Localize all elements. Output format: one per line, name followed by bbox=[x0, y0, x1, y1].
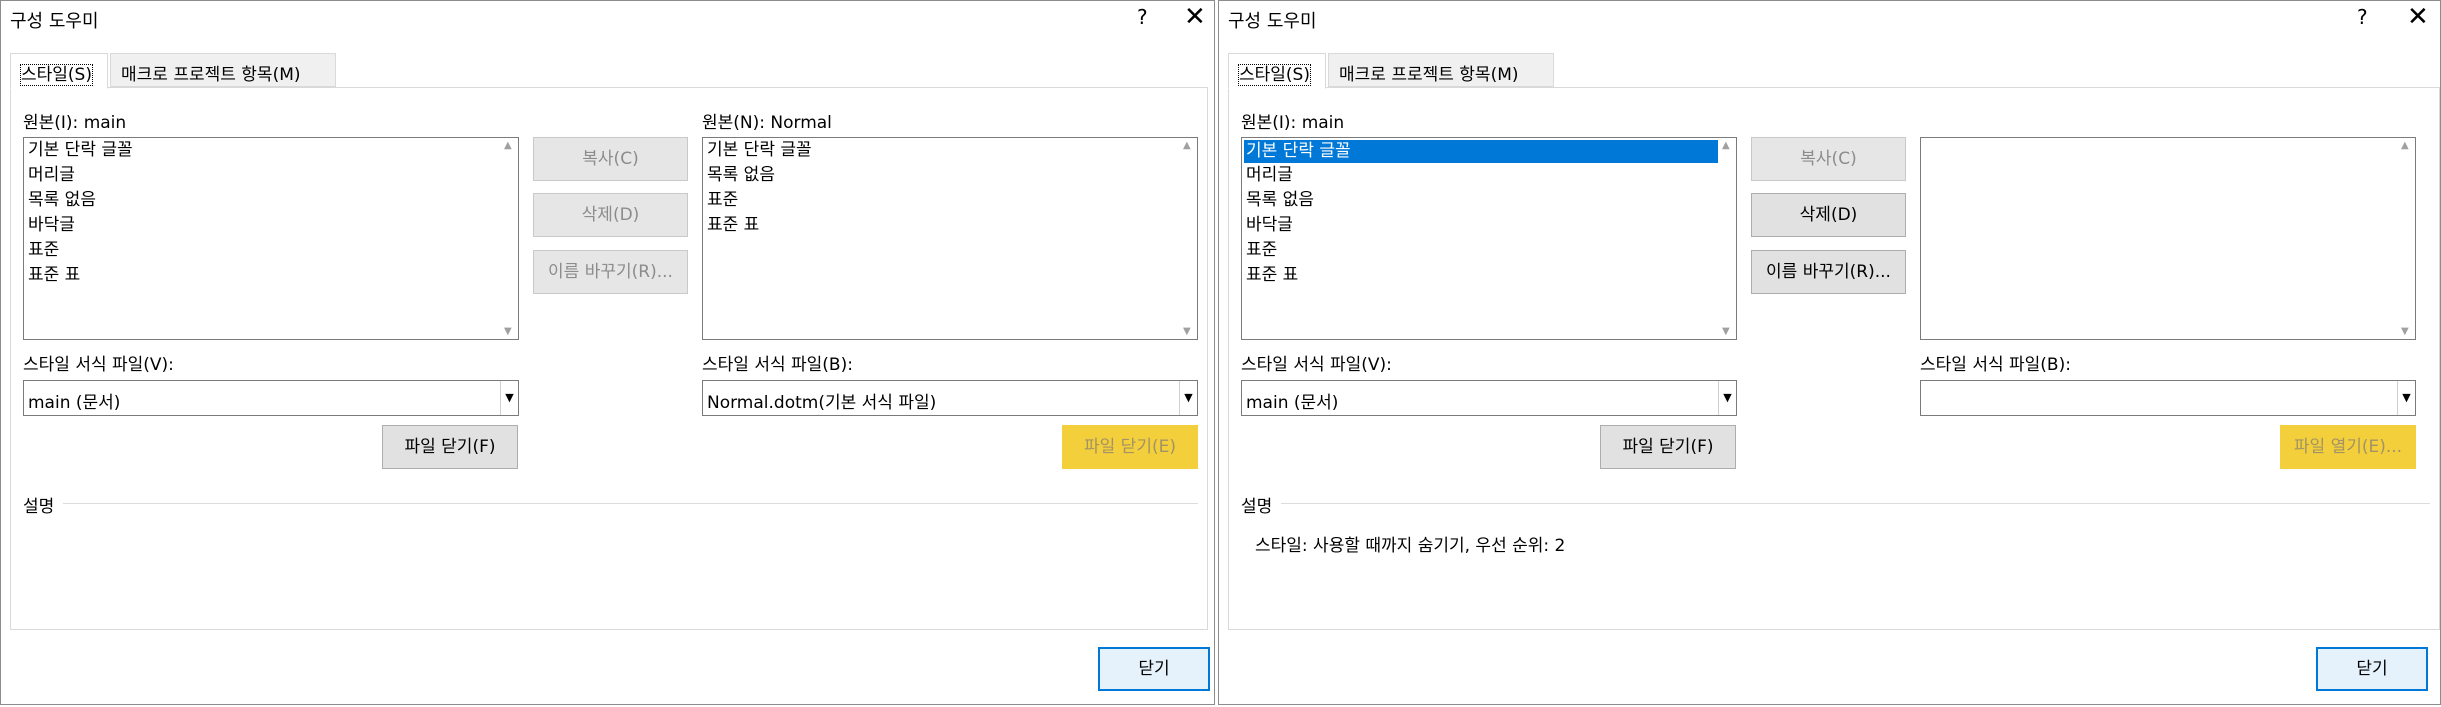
chevron-down-icon[interactable]: ▼ bbox=[1718, 381, 1736, 415]
help-icon[interactable]: ? bbox=[2357, 5, 2368, 29]
dialog-close-button[interactable]: 닫기 bbox=[2316, 647, 2428, 691]
dialog-title: 구성 도우미 bbox=[10, 11, 99, 32]
right-source-label: 원본(N): Normal bbox=[702, 113, 832, 133]
scroll-down-icon[interactable]: ▼ bbox=[2401, 326, 2409, 337]
right-style-list[interactable]: 기본 단락 글꼴 목록 없음 표준 표준 표 ▲ ▼ bbox=[702, 137, 1198, 340]
list-item[interactable]: 목록 없음 bbox=[703, 163, 1179, 188]
list-item[interactable]: 표준 bbox=[24, 238, 500, 263]
scrollbar[interactable]: ▲ ▼ bbox=[1180, 138, 1197, 339]
close-icon[interactable]: ✕ bbox=[1184, 2, 1206, 32]
right-style-list[interactable]: ▲ ▼ bbox=[1920, 137, 2416, 340]
tab-styles[interactable]: 스타일(S) bbox=[10, 53, 108, 89]
scroll-down-icon[interactable]: ▼ bbox=[1183, 326, 1191, 337]
divider bbox=[1281, 503, 2430, 504]
list-item[interactable]: 기본 단락 글꼴 bbox=[24, 138, 500, 163]
left-template-select[interactable]: main (문서) ▼ bbox=[1241, 380, 1737, 416]
scroll-up-icon[interactable]: ▲ bbox=[504, 140, 512, 151]
scroll-up-icon[interactable]: ▲ bbox=[1722, 140, 1730, 151]
left-template-value: main (문서) bbox=[28, 393, 121, 413]
close-file-button[interactable]: 파일 닫기(F) bbox=[382, 425, 518, 469]
close-file-button-right[interactable]: 파일 닫기(E) bbox=[1062, 425, 1198, 469]
tab-styles-label: 스타일(S) bbox=[1238, 64, 1311, 86]
dialog-close-button[interactable]: 닫기 bbox=[1098, 647, 1210, 691]
divider bbox=[63, 503, 1198, 504]
right-template-label: 스타일 서식 파일(B): bbox=[1920, 355, 2071, 375]
description-title: 설명 bbox=[23, 497, 55, 517]
list-item-selected[interactable]: 기본 단락 글꼴 bbox=[1244, 140, 1718, 163]
left-style-list[interactable]: 기본 단락 글꼴 머리글 목록 없음 바닥글 표준 표준 표 ▲ ▼ bbox=[23, 137, 519, 340]
copy-button[interactable]: 복사(C) bbox=[1751, 137, 1906, 181]
tab-macro-label: 매크로 프로젝트 항목(M) bbox=[1339, 65, 1519, 85]
scroll-up-icon[interactable]: ▲ bbox=[2401, 140, 2409, 151]
left-template-label: 스타일 서식 파일(V): bbox=[23, 355, 174, 375]
right-template-label: 스타일 서식 파일(B): bbox=[702, 355, 853, 375]
list-item[interactable]: 목록 없음 bbox=[1242, 188, 1718, 213]
scrollbar[interactable]: ▲ ▼ bbox=[1719, 138, 1736, 339]
title-bar: 구성 도우미 ? ✕ bbox=[1219, 1, 2440, 37]
tab-styles[interactable]: 스타일(S) bbox=[1228, 53, 1326, 89]
list-item[interactable]: 바닥글 bbox=[24, 213, 500, 238]
left-template-select[interactable]: main (문서) ▼ bbox=[23, 380, 519, 416]
title-bar: 구성 도우미 ? ✕ bbox=[1, 1, 1214, 37]
scroll-down-icon[interactable]: ▼ bbox=[1722, 326, 1730, 337]
list-item[interactable]: 기본 단락 글꼴 bbox=[703, 138, 1179, 163]
scrollbar[interactable]: ▲ ▼ bbox=[501, 138, 518, 339]
scroll-up-icon[interactable]: ▲ bbox=[1183, 140, 1191, 151]
description-title: 설명 bbox=[1241, 497, 1273, 517]
delete-button[interactable]: 삭제(D) bbox=[533, 193, 688, 237]
dialog-title: 구성 도우미 bbox=[1228, 11, 1317, 32]
rename-button[interactable]: 이름 바꾸기(R)... bbox=[533, 250, 688, 294]
tab-styles-label: 스타일(S) bbox=[20, 64, 93, 86]
right-template-value: Normal.dotm(기본 서식 파일) bbox=[707, 393, 937, 413]
list-item[interactable]: 표준 표 bbox=[24, 263, 500, 288]
scrollbar[interactable]: ▲ ▼ bbox=[2398, 138, 2415, 339]
delete-button[interactable]: 삭제(D) bbox=[1751, 193, 1906, 237]
left-style-list[interactable]: 기본 단락 글꼴 머리글 목록 없음 바닥글 표준 표준 표 ▲ ▼ bbox=[1241, 137, 1737, 340]
list-item[interactable]: 표준 bbox=[703, 188, 1179, 213]
right-template-select[interactable]: ▼ bbox=[1920, 380, 2416, 416]
chevron-down-icon[interactable]: ▼ bbox=[1179, 381, 1197, 415]
open-file-button[interactable]: 파일 열기(E)... bbox=[2280, 425, 2416, 469]
close-icon[interactable]: ✕ bbox=[2407, 2, 2429, 32]
tab-macro-project-items[interactable]: 매크로 프로젝트 항목(M) bbox=[110, 53, 336, 87]
organizer-dialog-1: 구성 도우미 ? ✕ 스타일(S) 매크로 프로젝트 항목(M) 원본(I): … bbox=[0, 0, 1215, 705]
rename-button[interactable]: 이름 바꾸기(R)... bbox=[1751, 250, 1906, 294]
close-file-button[interactable]: 파일 닫기(F) bbox=[1600, 425, 1736, 469]
scroll-down-icon[interactable]: ▼ bbox=[504, 326, 512, 337]
list-item[interactable]: 표준 표 bbox=[1242, 263, 1718, 288]
list-item[interactable]: 머리글 bbox=[1242, 163, 1718, 188]
left-source-label: 원본(I): main bbox=[23, 113, 127, 133]
left-template-value: main (문서) bbox=[1246, 393, 1339, 413]
copy-button[interactable]: 복사(C) bbox=[533, 137, 688, 181]
organizer-dialog-2: 구성 도우미 ? ✕ 스타일(S) 매크로 프로젝트 항목(M) 원본(I): … bbox=[1218, 0, 2441, 705]
description-text: 스타일: 사용할 때까지 숨기기, 우선 순위: 2 bbox=[1255, 536, 1566, 556]
right-template-select[interactable]: Normal.dotm(기본 서식 파일) ▼ bbox=[702, 380, 1198, 416]
list-item[interactable]: 바닥글 bbox=[1242, 213, 1718, 238]
left-source-label: 원본(I): main bbox=[1241, 113, 1345, 133]
chevron-down-icon[interactable]: ▼ bbox=[500, 381, 518, 415]
list-item[interactable]: 목록 없음 bbox=[24, 188, 500, 213]
list-item[interactable]: 표준 표 bbox=[703, 213, 1179, 238]
help-icon[interactable]: ? bbox=[1137, 5, 1148, 29]
list-item[interactable]: 머리글 bbox=[24, 163, 500, 188]
chevron-down-icon[interactable]: ▼ bbox=[2397, 381, 2415, 415]
tab-macro-label: 매크로 프로젝트 항목(M) bbox=[121, 65, 301, 85]
list-item[interactable]: 표준 bbox=[1242, 238, 1718, 263]
left-template-label: 스타일 서식 파일(V): bbox=[1241, 355, 1392, 375]
tab-macro-project-items[interactable]: 매크로 프로젝트 항목(M) bbox=[1328, 53, 1554, 87]
